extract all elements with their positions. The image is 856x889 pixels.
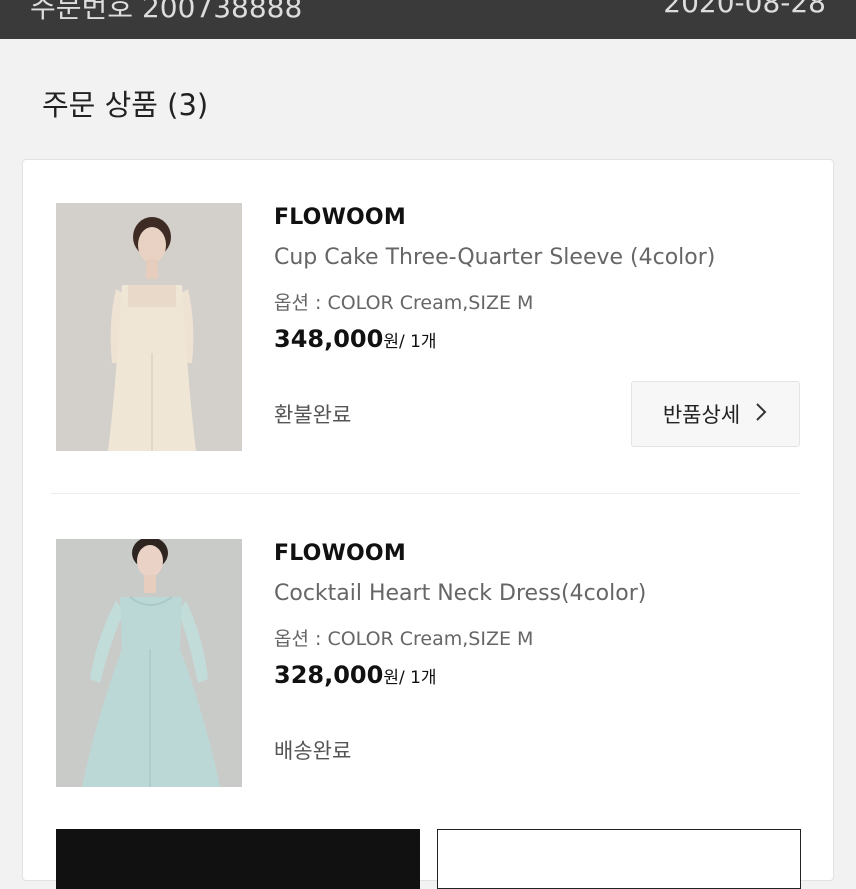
- quantity: / 1개: [398, 332, 437, 352]
- order-status: 배송완료: [274, 739, 352, 763]
- primary-action-button[interactable]: [56, 829, 420, 889]
- product-option: 옵션 : COLOR Cream,SIZE M: [274, 292, 534, 314]
- price-currency: 원: [383, 332, 399, 352]
- order-date: 2020-08-28: [663, 0, 826, 19]
- section-title: 주문 상품 (3): [42, 88, 209, 122]
- quantity: / 1개: [398, 668, 437, 688]
- product-price: 328,000원/ 1개: [274, 661, 437, 689]
- product-price: 348,000원/ 1개: [274, 325, 437, 353]
- return-detail-label: 반품상세: [662, 403, 741, 427]
- product-name[interactable]: Cup Cake Three-Quarter Sleeve (4color): [274, 245, 715, 270]
- order-status: 환불완료: [274, 403, 352, 427]
- product-brand: FLOWOOM: [274, 205, 406, 230]
- price-currency: 원: [383, 668, 399, 688]
- secondary-action-button[interactable]: [437, 829, 801, 889]
- product-image[interactable]: [56, 539, 242, 787]
- order-items-card: FLOWOOM Cup Cake Three-Quarter Sleeve (4…: [22, 159, 834, 889]
- item-divider: [51, 493, 800, 494]
- order-header-bar: 주문번호 200738888 2020-08-28: [0, 0, 856, 39]
- return-detail-button[interactable]: 반품상세: [631, 381, 800, 447]
- product-brand: FLOWOOM: [274, 541, 406, 566]
- chevron-right-icon: [754, 401, 768, 428]
- order-number: 주문번호 200738888: [30, 0, 303, 24]
- price-amount: 328,000: [274, 661, 384, 689]
- product-option: 옵션 : COLOR Cream,SIZE M: [274, 628, 534, 650]
- price-amount: 348,000: [274, 325, 384, 353]
- product-image[interactable]: [56, 203, 242, 451]
- product-name[interactable]: Cocktail Heart Neck Dress(4color): [274, 581, 646, 606]
